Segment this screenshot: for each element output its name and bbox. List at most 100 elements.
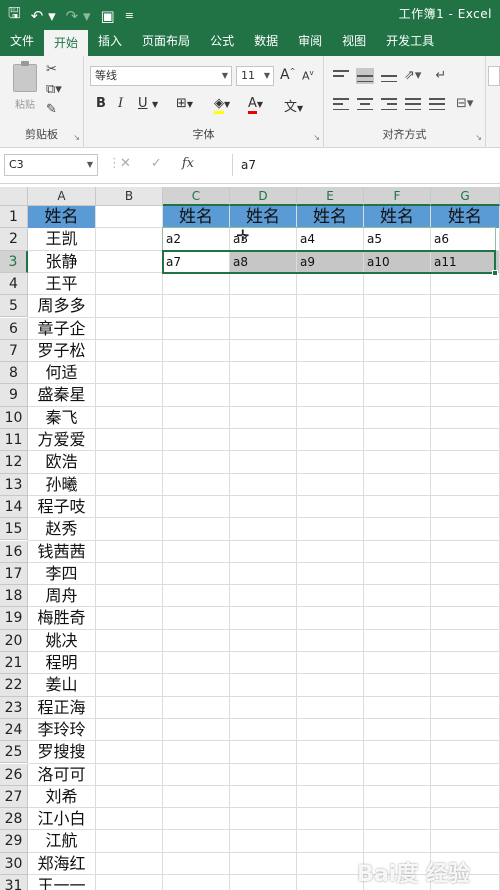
redo-icon[interactable]: ↷ ▾ xyxy=(66,7,91,25)
column-header-f[interactable]: F xyxy=(364,187,431,206)
row-header-8[interactable]: 8 xyxy=(0,362,28,385)
wrap-text-icon[interactable]: ↵ xyxy=(435,68,446,84)
cell-a19[interactable]: 梅胜奇 xyxy=(28,607,95,629)
cell-a3[interactable]: 张静 xyxy=(28,251,95,273)
increase-indent-icon[interactable] xyxy=(428,96,446,112)
row-header-2[interactable]: 2 xyxy=(0,228,28,251)
column-header-e[interactable]: E xyxy=(297,187,364,206)
cell-a5[interactable]: 周多多 xyxy=(28,295,95,317)
column-header-g[interactable]: G xyxy=(431,187,500,206)
row-header-20[interactable]: 20 xyxy=(0,629,28,652)
cell-a24[interactable]: 李玲玲 xyxy=(28,719,95,741)
cell-a28[interactable]: 江小白 xyxy=(28,808,95,830)
merge-center-icon[interactable]: ⊟▾ xyxy=(456,96,473,112)
shrink-font-button[interactable]: Av xyxy=(302,69,314,83)
cell-g1[interactable]: 姓名 xyxy=(431,206,499,229)
cell-a15[interactable]: 赵秀 xyxy=(28,518,95,540)
row-header-18[interactable]: 18 xyxy=(0,585,28,608)
row-header-19[interactable]: 19 xyxy=(0,607,28,630)
row-header-23[interactable]: 23 xyxy=(0,696,28,719)
column-header-b[interactable]: B xyxy=(96,187,163,206)
row-header-7[interactable]: 7 xyxy=(0,339,28,363)
align-middle-icon[interactable] xyxy=(356,68,374,84)
copy-icon[interactable]: ⧉▾ xyxy=(46,82,62,97)
cell-a18[interactable]: 周舟 xyxy=(28,585,95,607)
italic-button[interactable]: I xyxy=(118,96,123,111)
cell-a13[interactable]: 孙曦 xyxy=(28,474,95,496)
cell-c2[interactable]: a2 xyxy=(163,228,229,250)
camera-icon[interactable]: ▣ xyxy=(101,7,115,25)
align-bottom-icon[interactable] xyxy=(380,68,398,84)
tab-4[interactable]: 公式 xyxy=(200,26,244,56)
cell-a4[interactable]: 王平 xyxy=(28,273,95,295)
cell-f1[interactable]: 姓名 xyxy=(364,206,430,229)
cut-icon[interactable]: ✂ xyxy=(46,62,57,77)
row-header-11[interactable]: 11 xyxy=(0,429,28,452)
name-box[interactable]: C3 ▼ xyxy=(4,154,98,176)
font-size-box[interactable]: 11 ▼ xyxy=(236,66,274,86)
align-left-icon[interactable] xyxy=(332,96,350,112)
font-name-box[interactable]: 等线 ▼ xyxy=(90,66,232,86)
cell-d3[interactable]: a8 xyxy=(230,250,296,273)
row-header-5[interactable]: 5 xyxy=(0,295,28,318)
align-right-icon[interactable] xyxy=(380,96,398,112)
row-header-30[interactable]: 30 xyxy=(0,852,28,875)
align-center-icon[interactable] xyxy=(356,96,374,112)
cell-a29[interactable]: 江航 xyxy=(28,830,95,852)
cell-a25[interactable]: 罗搜搜 xyxy=(28,741,95,763)
row-header-14[interactable]: 14 xyxy=(0,495,28,519)
row-header-22[interactable]: 22 xyxy=(0,674,28,697)
select-all-corner[interactable] xyxy=(0,187,28,206)
cell-g2[interactable]: a6 xyxy=(431,228,499,250)
row-header-15[interactable]: 15 xyxy=(0,518,28,541)
cell-a16[interactable]: 钱茜茜 xyxy=(28,541,95,563)
clipboard-launcher-icon[interactable]: ↘ xyxy=(73,133,80,142)
cell-a9[interactable]: 盛秦星 xyxy=(28,384,95,406)
tab-2[interactable]: 插入 xyxy=(88,26,132,56)
row-header-26[interactable]: 26 xyxy=(0,763,28,786)
fill-handle[interactable] xyxy=(492,269,498,276)
column-header-a[interactable]: A xyxy=(28,187,96,206)
cell-a20[interactable]: 姚决 xyxy=(28,630,95,652)
cell-d1[interactable]: 姓名 xyxy=(230,206,296,229)
cell-g3[interactable]: a11 xyxy=(431,250,499,273)
customize-qat-icon[interactable]: ≡ xyxy=(125,9,134,22)
cell-c3[interactable]: a7 xyxy=(163,250,229,273)
tab-3[interactable]: 页面布局 xyxy=(132,26,200,56)
decrease-indent-icon[interactable] xyxy=(404,96,422,112)
tab-6[interactable]: 审阅 xyxy=(288,26,332,56)
cell-f3[interactable]: a10 xyxy=(364,250,430,273)
tab-8[interactable]: 开发工具 xyxy=(376,26,444,56)
row-header-3[interactable]: 3 xyxy=(0,250,28,273)
cell-a14[interactable]: 程子吱 xyxy=(28,496,95,518)
enter-icon[interactable]: ✓ xyxy=(151,156,162,171)
row-header-13[interactable]: 13 xyxy=(0,473,28,496)
cell-a7[interactable]: 罗子松 xyxy=(28,340,95,362)
cancel-icon[interactable]: ✕ xyxy=(120,156,131,171)
phonetic-button[interactable]: 文▼ xyxy=(284,96,303,115)
alignment-launcher-icon[interactable]: ↘ xyxy=(475,133,482,142)
row-header-25[interactable]: 25 xyxy=(0,741,28,764)
format-painter-icon[interactable]: ✎ xyxy=(46,102,57,117)
tab-1[interactable]: 开始 xyxy=(44,30,89,56)
column-header-d[interactable]: D xyxy=(230,187,297,206)
row-header-24[interactable]: 24 xyxy=(0,718,28,742)
row-header-6[interactable]: 6 xyxy=(0,317,28,340)
row-header-28[interactable]: 28 xyxy=(0,808,28,831)
row-header-16[interactable]: 16 xyxy=(0,540,28,563)
save-icon[interactable]: 🖫 xyxy=(8,3,21,28)
fill-color-icon[interactable]: ◈▼ xyxy=(214,96,230,114)
column-header-c[interactable]: C xyxy=(163,187,230,206)
cell-a27[interactable]: 刘希 xyxy=(28,786,95,808)
font-launcher-icon[interactable]: ↘ xyxy=(313,133,320,142)
row-header-9[interactable]: 9 xyxy=(0,384,28,407)
bold-button[interactable]: B xyxy=(96,96,106,111)
row-header-31[interactable]: 31 xyxy=(0,875,28,890)
align-top-icon[interactable] xyxy=(332,68,350,84)
formula-input[interactable]: a7 xyxy=(232,154,500,176)
cell-a17[interactable]: 李四 xyxy=(28,563,95,585)
cell-a1[interactable]: 姓名 xyxy=(28,206,95,229)
cell-a11[interactable]: 方爱爱 xyxy=(28,429,95,451)
number-format-box[interactable] xyxy=(488,66,500,86)
cell-a2[interactable]: 王凯 xyxy=(28,228,95,250)
